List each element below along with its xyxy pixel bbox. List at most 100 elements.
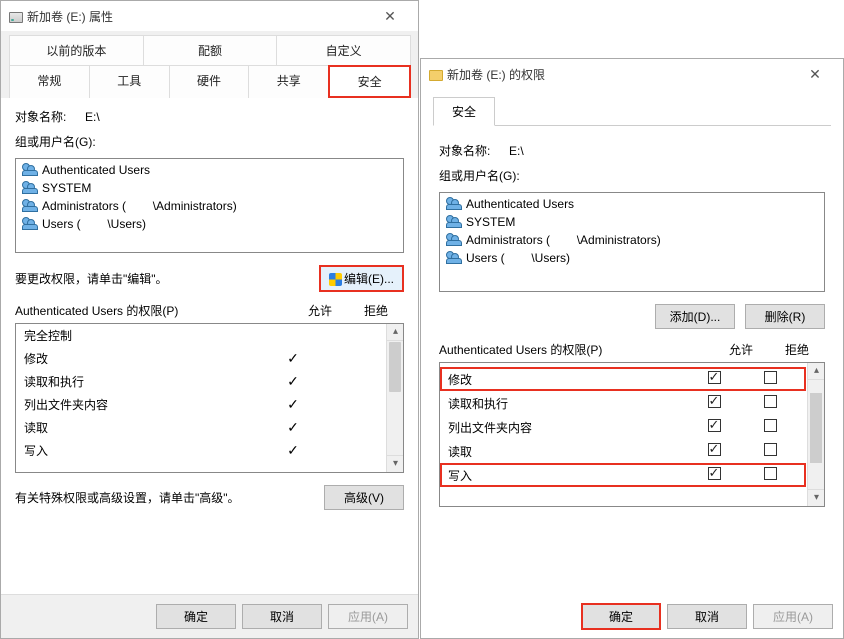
allow-checkbox[interactable] xyxy=(708,395,721,408)
group-users-label: 组或用户名(G): xyxy=(439,167,825,184)
perm-row: 列出文件夹内容✓ xyxy=(16,393,385,416)
allow-checkbox[interactable] xyxy=(708,419,721,432)
list-item[interactable]: Authenticated Users xyxy=(442,195,822,213)
list-item-label: Administrators ( \Administrators) xyxy=(42,199,237,213)
scroll-thumb[interactable] xyxy=(810,393,822,463)
cancel-button[interactable]: 取消 xyxy=(667,604,747,629)
perm-name: 修改 xyxy=(24,350,265,367)
tab-security[interactable]: 安全 xyxy=(433,97,495,126)
scrollbar[interactable]: ▴ ▾ xyxy=(807,363,824,506)
users-icon xyxy=(22,181,38,195)
cancel-button[interactable]: 取消 xyxy=(242,604,322,629)
list-item-label: Authenticated Users xyxy=(42,163,150,177)
perm-row: 写入 xyxy=(440,463,806,487)
list-item-label: Users ( \Users) xyxy=(466,251,570,265)
tab-sharing[interactable]: 共享 xyxy=(248,65,329,98)
deny-checkbox[interactable] xyxy=(764,371,777,384)
perm-name: 写入 xyxy=(448,467,686,484)
list-item[interactable]: SYSTEM xyxy=(18,179,401,197)
allow-checkbox[interactable] xyxy=(708,443,721,456)
allow-header: 允许 xyxy=(292,302,348,319)
deny-header: 拒绝 xyxy=(348,302,404,319)
perm-allow-mark: ✓ xyxy=(265,350,321,367)
list-item[interactable]: SYSTEM xyxy=(442,213,822,231)
object-name-label: 对象名称: xyxy=(439,142,509,159)
tab-customize[interactable]: 自定义 xyxy=(276,35,411,65)
perm-name: 读取 xyxy=(24,419,265,436)
deny-checkbox[interactable] xyxy=(764,467,777,480)
perm-row: 写入✓ xyxy=(16,439,385,462)
list-item-label: SYSTEM xyxy=(42,181,91,195)
apply-button[interactable]: 应用(A) xyxy=(328,604,408,629)
permissions-title: Authenticated Users 的权限(P) xyxy=(439,341,713,358)
deny-header: 拒绝 xyxy=(769,341,825,358)
perm-row: 列出文件夹内容 xyxy=(440,415,806,439)
list-item[interactable]: Users ( \Users) xyxy=(442,249,822,267)
list-item-label: SYSTEM xyxy=(466,215,515,229)
users-icon xyxy=(446,197,462,211)
shield-icon xyxy=(329,273,342,286)
perm-allow-mark: ✓ xyxy=(265,373,321,390)
deny-checkbox[interactable] xyxy=(764,443,777,456)
perm-row: 修改 xyxy=(440,367,806,391)
perm-name: 列出文件夹内容 xyxy=(24,396,265,413)
scroll-up-icon[interactable]: ▴ xyxy=(387,324,404,341)
perm-row: 完全控制 xyxy=(16,324,385,347)
perm-name: 读取和执行 xyxy=(24,373,265,390)
drive-icon xyxy=(9,12,23,23)
tab-quota[interactable]: 配额 xyxy=(143,35,278,65)
allow-checkbox[interactable] xyxy=(708,467,721,480)
ok-button[interactable]: 确定 xyxy=(156,604,236,629)
properties-window: 新加卷 (E:) 属性 ✕ 以前的版本 配额 自定义 常规 工具 硬件 共享 安… xyxy=(0,0,419,639)
close-icon[interactable]: ✕ xyxy=(370,8,410,25)
ok-button[interactable]: 确定 xyxy=(581,603,661,630)
window-title: 新加卷 (E:) 属性 xyxy=(27,10,113,24)
list-item[interactable]: Authenticated Users xyxy=(18,161,401,179)
scroll-down-icon[interactable]: ▾ xyxy=(387,455,404,472)
perm-name: 读取和执行 xyxy=(448,395,686,412)
scroll-up-icon[interactable]: ▴ xyxy=(808,363,825,380)
close-icon[interactable]: ✕ xyxy=(795,66,835,83)
tab-general[interactable]: 常规 xyxy=(9,65,90,98)
tab-previous-versions[interactable]: 以前的版本 xyxy=(9,35,144,65)
list-item[interactable]: Users ( \Users) xyxy=(18,215,401,233)
dialog-buttons: 确定 取消 应用(A) xyxy=(1,594,418,638)
deny-checkbox[interactable] xyxy=(764,395,777,408)
group-users-list[interactable]: Authenticated Users SYSTEM Administrators … xyxy=(15,158,404,253)
perm-name: 读取 xyxy=(448,443,686,460)
permissions-list: 完全控制修改✓读取和执行✓列出文件夹内容✓读取✓写入✓ ▴ ▾ xyxy=(15,323,404,473)
tab-hardware[interactable]: 硬件 xyxy=(169,65,250,98)
titlebar[interactable]: 新加卷 (E:) 属性 ✕ xyxy=(1,1,418,31)
edit-hint: 要更改权限，请单击"编辑"。 xyxy=(15,270,168,287)
list-item[interactable]: Administrators ( \Administrators) xyxy=(442,231,822,249)
perm-row: 读取 xyxy=(440,439,806,463)
permissions-title: Authenticated Users 的权限(P) xyxy=(15,302,292,319)
perm-row: 读取和执行 xyxy=(440,391,806,415)
list-item-label: Authenticated Users xyxy=(466,197,574,211)
allow-checkbox[interactable] xyxy=(708,371,721,384)
edit-button[interactable]: 编辑(E)... xyxy=(319,265,404,292)
apply-button[interactable]: 应用(A) xyxy=(753,604,833,629)
scrollbar[interactable]: ▴ ▾ xyxy=(386,324,403,472)
perm-row: 读取✓ xyxy=(16,416,385,439)
perm-name: 完全控制 xyxy=(24,327,265,344)
folder-icon xyxy=(429,70,443,81)
titlebar[interactable]: 新加卷 (E:) 的权限 ✕ xyxy=(421,59,843,89)
perm-row: 修改✓ xyxy=(16,347,385,370)
tab-security[interactable]: 安全 xyxy=(328,65,411,98)
scroll-thumb[interactable] xyxy=(389,342,401,392)
scroll-down-icon[interactable]: ▾ xyxy=(808,489,825,506)
users-icon xyxy=(22,163,38,177)
users-icon xyxy=(22,199,38,213)
deny-checkbox[interactable] xyxy=(764,419,777,432)
advanced-button[interactable]: 高级(V) xyxy=(324,485,404,510)
object-name-value: E:\ xyxy=(509,144,524,158)
list-item[interactable]: Administrators ( \Administrators) xyxy=(18,197,401,215)
add-button[interactable]: 添加(D)... xyxy=(655,304,735,329)
object-name-label: 对象名称: xyxy=(15,108,85,125)
group-users-list[interactable]: Authenticated Users SYSTEM Administrators … xyxy=(439,192,825,292)
tab-tools[interactable]: 工具 xyxy=(89,65,170,98)
remove-button[interactable]: 删除(R) xyxy=(745,304,825,329)
users-icon xyxy=(446,251,462,265)
list-item-label: Users ( \Users) xyxy=(42,217,146,231)
